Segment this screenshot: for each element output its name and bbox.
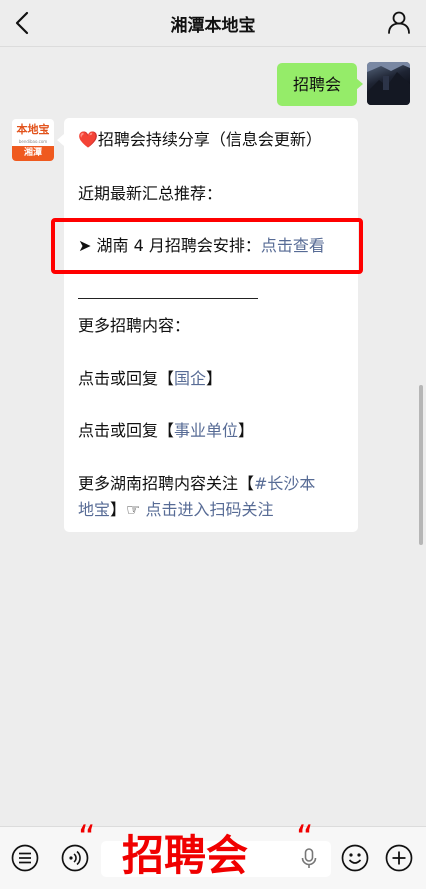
message-line-1-text: 招聘会持续分享（信息会更新）	[97, 130, 322, 149]
official-account-avatar[interactable]: 本地宝 bendibao.com 湘潭	[12, 119, 54, 161]
menu-list-icon	[11, 844, 39, 872]
changsha-bendibao-link[interactable]: #长沙本	[254, 474, 315, 493]
message-line-8: 地宝】☞ 点击进入扫码关注	[78, 499, 273, 521]
plus-icon	[385, 844, 413, 872]
logo-url: bendibao.com	[18, 139, 48, 144]
caption-open-quote: “	[78, 818, 96, 858]
logo-city: 湘潭	[12, 146, 54, 161]
caption-close-quote: “	[296, 818, 314, 858]
keyword-caption: “ 招聘会 “	[78, 816, 328, 886]
my-avatar[interactable]	[367, 62, 410, 105]
emoji-icon	[341, 844, 369, 872]
message-line-5-suffix: 】	[206, 369, 223, 388]
top-bar: 湘潭本地宝	[0, 0, 426, 47]
message-line-5-prefix: 点击或回复【	[78, 369, 175, 388]
outgoing-bubble-tail	[356, 78, 363, 90]
message-line-1: ❤️招聘会持续分享（信息会更新）	[78, 129, 322, 151]
message-line-6: 点击或回复【事业单位】	[78, 420, 254, 442]
heart-icon: ❤️	[78, 130, 98, 149]
message-line-6-suffix: 】	[238, 421, 255, 440]
changsha-bendibao-link-cont[interactable]: 地宝	[78, 500, 110, 519]
incoming-bubble-tail	[57, 134, 64, 146]
scrollbar[interactable]	[419, 385, 423, 545]
incoming-message-bubble: ❤️招聘会持续分享（信息会更新） 近期最新汇总推荐： ➤ 湖南 4 月招聘会安排…	[64, 118, 358, 532]
chat-title: 湘潭本地宝	[170, 16, 256, 36]
scan-follow-link[interactable]: 点击进入扫码关注	[145, 500, 273, 519]
avatar-image	[367, 62, 410, 105]
divider	[78, 298, 258, 299]
message-line-4: 更多招聘内容：	[78, 316, 191, 335]
state-owned-link[interactable]: 国企	[174, 369, 206, 388]
more-button[interactable]	[384, 843, 414, 873]
message-line-7: 更多湖南招聘内容关注【#长沙本	[78, 473, 315, 495]
public-institution-link[interactable]: 事业单位	[174, 421, 238, 440]
message-line-7-prefix: 更多湖南招聘内容关注【	[78, 474, 255, 493]
outgoing-message-text: 招聘会	[292, 75, 341, 94]
message-line-8-mid: 】☞	[110, 500, 146, 519]
message-line-2: 近期最新汇总推荐：	[78, 184, 223, 203]
outgoing-message-bubble[interactable]: 招聘会	[277, 63, 357, 106]
menu-button[interactable]	[10, 843, 40, 873]
emoji-button[interactable]	[340, 843, 370, 873]
profile-button[interactable]	[386, 9, 412, 35]
person-icon	[388, 11, 410, 34]
message-line-5: 点击或回复【国企】	[78, 368, 222, 390]
message-line-6-prefix: 点击或回复【	[78, 421, 175, 440]
caption-text: 招聘会	[122, 831, 249, 880]
highlight-annotation	[51, 218, 363, 274]
